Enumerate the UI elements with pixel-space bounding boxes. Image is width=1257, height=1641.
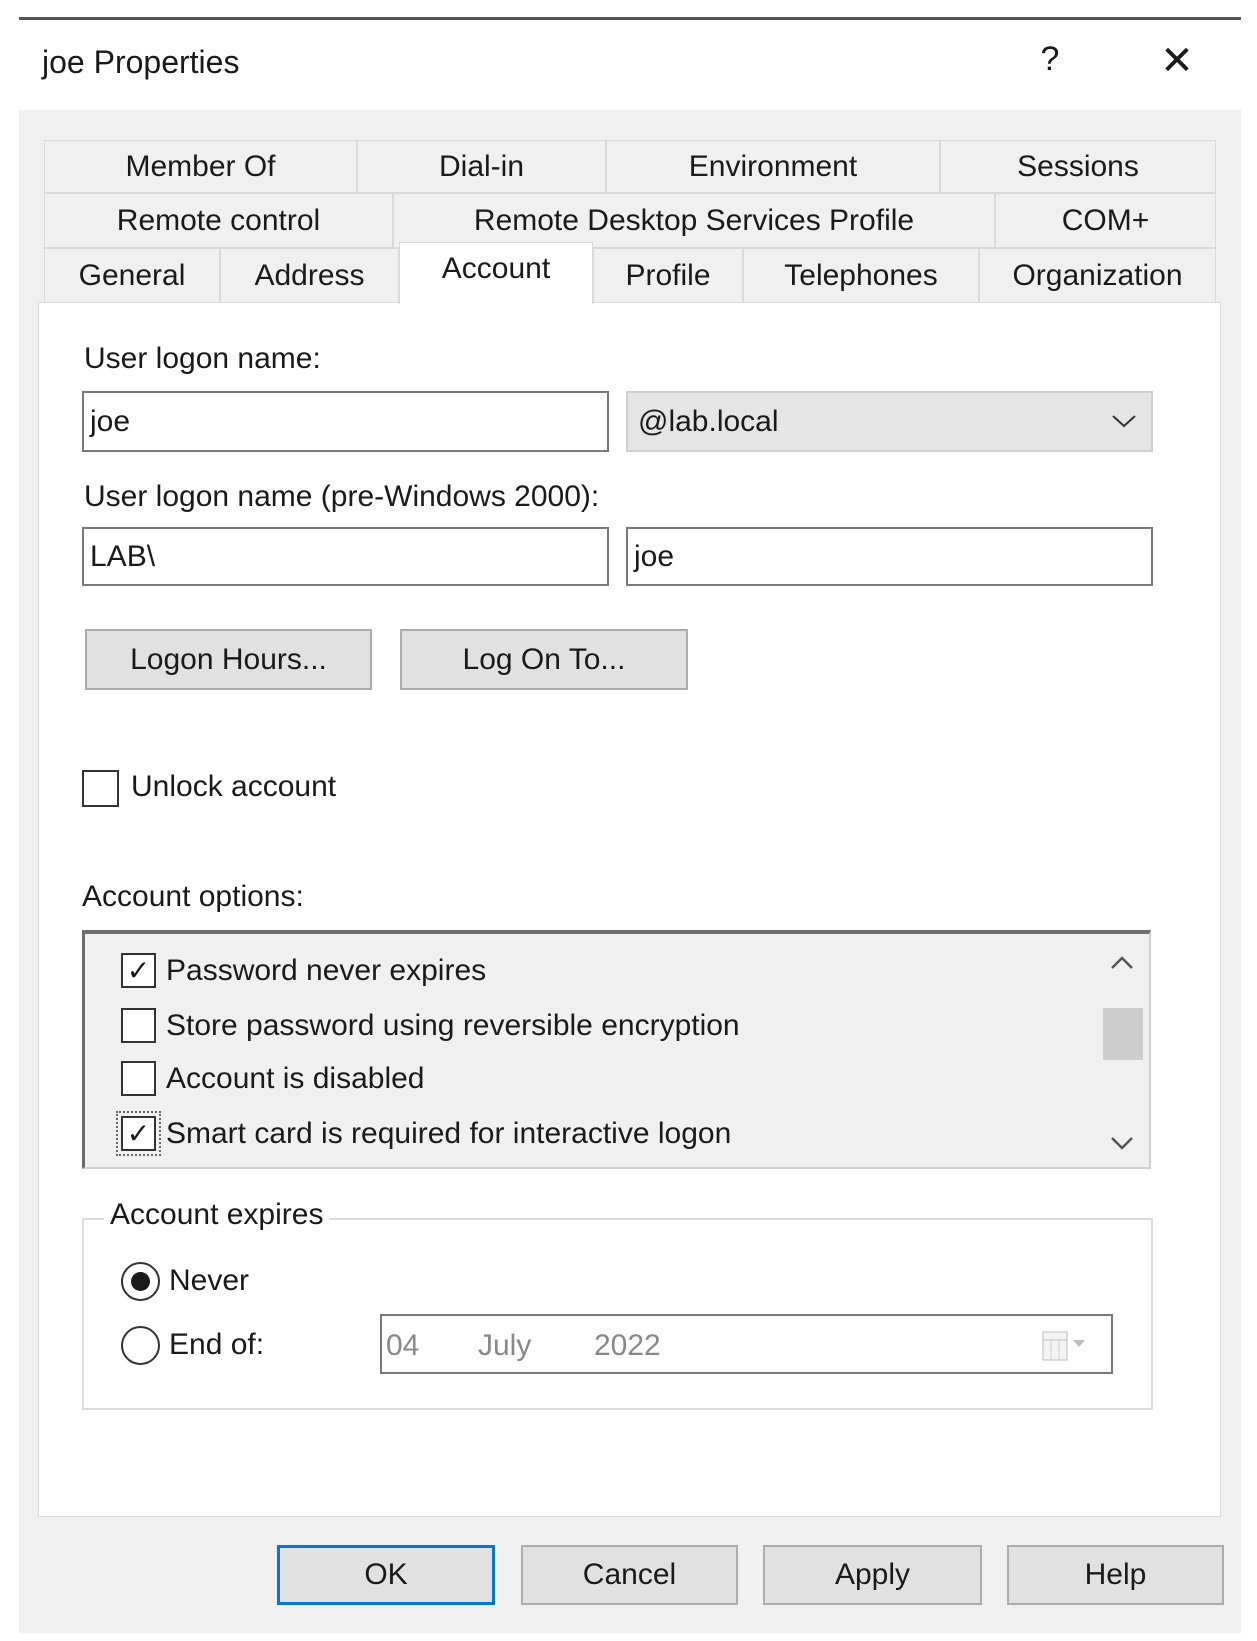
apply-button[interactable]: Apply (763, 1545, 982, 1605)
date-day: 04 (386, 1329, 420, 1362)
password-never-expires-checkbox[interactable]: ✓ (121, 953, 156, 988)
tab-general[interactable]: General (44, 248, 220, 303)
never-label: Never (169, 1264, 250, 1297)
logon-name-input[interactable]: joe (82, 391, 609, 452)
scroll-up-icon[interactable] (1110, 955, 1134, 971)
date-month: July (478, 1329, 532, 1362)
pre2000-name-value: joe (634, 539, 675, 573)
expires-end-of-radio[interactable] (121, 1326, 160, 1365)
pre2000-name-input[interactable]: joe (626, 527, 1153, 586)
close-icon[interactable]: ✕ (1155, 38, 1199, 86)
option-label: Account is disabled (166, 1062, 425, 1095)
reversible-encryption-checkbox[interactable] (121, 1008, 156, 1043)
end-of-label: End of: (169, 1328, 265, 1361)
tab-address[interactable]: Address (220, 248, 399, 303)
calendar-dropdown-icon[interactable] (1041, 1330, 1089, 1362)
date-year: 2022 (594, 1329, 661, 1362)
pre2000-label: User logon name (pre-Windows 2000): (84, 480, 600, 513)
window-title: joe Properties (42, 44, 240, 80)
upn-suffix-dropdown[interactable]: @lab.local (626, 391, 1153, 452)
chevron-down-icon (1112, 415, 1136, 428)
scrollbar-thumb[interactable] (1103, 1008, 1143, 1060)
tab-sessions[interactable]: Sessions (940, 140, 1216, 193)
account-expires-legend: Account expires (104, 1198, 330, 1232)
scroll-down-icon[interactable] (1110, 1135, 1134, 1151)
cancel-button[interactable]: Cancel (521, 1545, 738, 1605)
window-top-border (19, 17, 1241, 20)
expiry-date-picker[interactable]: 04 July 2022 (380, 1314, 1113, 1374)
log-on-to-button[interactable]: Log On To... (400, 629, 688, 690)
option-label: Password never expires (166, 954, 487, 987)
logon-hours-button[interactable]: Logon Hours... (85, 629, 372, 690)
tab-dial-in[interactable]: Dial-in (357, 140, 606, 193)
account-options-label: Account options: (82, 880, 304, 913)
tab-remote-desktop-services-profile[interactable]: Remote Desktop Services Profile (393, 193, 995, 248)
checkmark-icon: ✓ (126, 1117, 151, 1149)
tab-com-plus[interactable]: COM+ (995, 193, 1216, 248)
help-icon[interactable]: ? (1030, 40, 1070, 84)
pre2000-domain-value: LAB\ (90, 539, 156, 573)
checkmark-icon: ✓ (126, 954, 151, 986)
option-label: Store password using reversible encrypti… (166, 1009, 740, 1042)
logon-name-value: joe (90, 404, 131, 438)
account-disabled-checkbox[interactable] (121, 1061, 156, 1096)
tab-environment[interactable]: Environment (606, 140, 940, 193)
help-button[interactable]: Help (1007, 1545, 1224, 1605)
ok-button[interactable]: OK (277, 1545, 495, 1605)
tab-organization[interactable]: Organization (979, 248, 1216, 303)
pre2000-domain-input[interactable]: LAB\ (82, 527, 609, 586)
tab-remote-control[interactable]: Remote control (44, 193, 393, 248)
expires-never-radio[interactable] (121, 1262, 160, 1301)
logon-name-label: User logon name: (84, 342, 321, 375)
tab-account[interactable]: Account (399, 242, 593, 304)
smart-card-required-checkbox[interactable]: ✓ (116, 1111, 161, 1156)
tab-telephones[interactable]: Telephones (743, 248, 979, 303)
unlock-account-checkbox[interactable] (82, 770, 119, 807)
tab-member-of[interactable]: Member Of (44, 140, 357, 193)
unlock-account-label: Unlock account (131, 770, 337, 803)
tab-profile[interactable]: Profile (593, 248, 743, 303)
upn-suffix-value: @lab.local (638, 404, 779, 438)
option-label: Smart card is required for interactive l… (166, 1117, 732, 1150)
